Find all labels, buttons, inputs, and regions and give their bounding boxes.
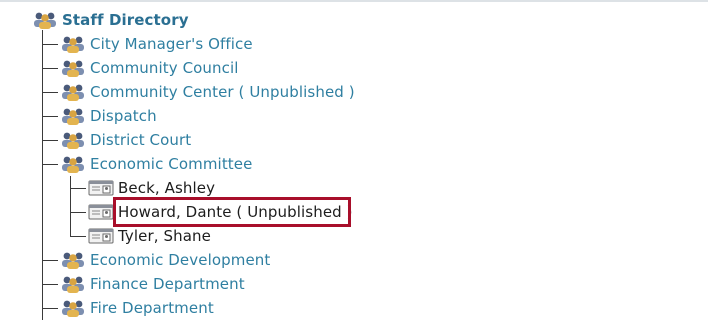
tree-item-dispatch[interactable]: Dispatch bbox=[60, 104, 157, 128]
tree-branch bbox=[42, 284, 58, 285]
tree-person-label: Tyler, Shane bbox=[118, 227, 211, 245]
tree-item-city-managers-office[interactable]: City Manager's Office bbox=[60, 32, 253, 56]
people-group-icon bbox=[60, 274, 86, 294]
tree-root-label: Staff Directory bbox=[62, 11, 189, 29]
people-group-icon bbox=[60, 298, 86, 318]
people-group-icon bbox=[60, 154, 86, 174]
people-group-icon bbox=[60, 250, 86, 270]
tree-item-label: Community Center ( Unpublished ) bbox=[90, 83, 355, 101]
tree-item-finance-department[interactable]: Finance Department bbox=[60, 272, 245, 296]
tree-person-label: Howard, Dante ( Unpublished ) bbox=[118, 203, 353, 221]
tree-branch bbox=[42, 92, 58, 93]
tree-line-economic-committee bbox=[70, 176, 71, 236]
tree-line-root bbox=[42, 30, 43, 320]
tree-branch bbox=[70, 212, 86, 213]
people-group-icon bbox=[60, 58, 86, 78]
people-group-icon bbox=[60, 130, 86, 150]
people-group-icon bbox=[32, 10, 58, 30]
tree-branch bbox=[70, 236, 86, 237]
tree-person-tyler-shane[interactable]: Tyler, Shane bbox=[88, 224, 211, 248]
tree-person-beck-ashley[interactable]: Beck, Ashley bbox=[88, 176, 215, 200]
top-divider bbox=[0, 0, 708, 2]
tree-item-economic-development[interactable]: Economic Development bbox=[60, 248, 270, 272]
tree-branch bbox=[42, 116, 58, 117]
tree-item-label: Dispatch bbox=[90, 107, 157, 125]
tree-item-label: District Court bbox=[90, 131, 192, 149]
people-group-icon bbox=[60, 82, 86, 102]
tree-item-fire-department[interactable]: Fire Department bbox=[60, 296, 214, 320]
tree-branch bbox=[42, 140, 58, 141]
tree-branch bbox=[42, 68, 58, 69]
tree-person-label: Beck, Ashley bbox=[118, 179, 216, 197]
tree-branch bbox=[42, 308, 58, 309]
tree-branch bbox=[42, 260, 58, 261]
contact-card-icon bbox=[88, 226, 114, 246]
tree-branch bbox=[42, 164, 58, 165]
tree-item-label: Economic Committee bbox=[90, 155, 253, 173]
tree-item-community-center[interactable]: Community Center ( Unpublished ) bbox=[60, 80, 355, 104]
tree-item-label: City Manager's Office bbox=[90, 35, 253, 53]
contact-card-icon bbox=[88, 202, 114, 222]
tree-item-district-court[interactable]: District Court bbox=[60, 128, 191, 152]
tree-item-label: Community Council bbox=[90, 59, 239, 77]
tree-item-label: Economic Development bbox=[90, 251, 271, 269]
tree-item-economic-committee[interactable]: Economic Committee bbox=[60, 152, 252, 176]
tree-root-staff-directory[interactable]: Staff Directory bbox=[32, 8, 189, 32]
people-group-icon bbox=[60, 106, 86, 126]
tree-branch bbox=[42, 44, 58, 45]
tree-item-label: Finance Department bbox=[90, 275, 245, 293]
tree-branch bbox=[70, 188, 86, 189]
people-group-icon bbox=[60, 34, 86, 54]
tree-item-community-council[interactable]: Community Council bbox=[60, 56, 239, 80]
contact-card-icon bbox=[88, 178, 114, 198]
tree-person-howard-dante[interactable]: Howard, Dante ( Unpublished ) bbox=[88, 200, 353, 224]
tree-item-label: Fire Department bbox=[90, 299, 214, 317]
